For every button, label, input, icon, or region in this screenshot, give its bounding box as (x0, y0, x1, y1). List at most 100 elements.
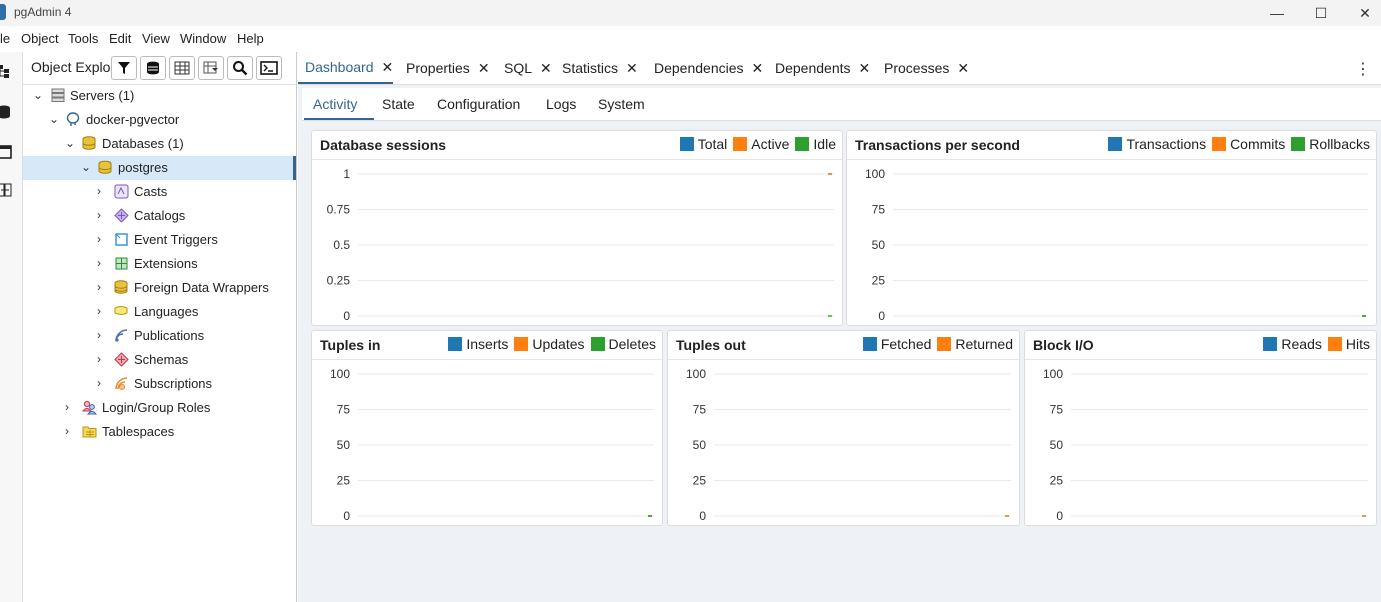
subtab-system[interactable]: System (598, 96, 645, 112)
close-tab-icon[interactable]: ✕ (752, 60, 764, 77)
close-tab-icon[interactable]: ✕ (957, 60, 969, 77)
y-tick-label: 50 (693, 438, 707, 452)
close-tab-icon[interactable]: ✕ (478, 60, 490, 77)
tree-item-servers[interactable]: ⌄ Servers (1) (23, 84, 296, 108)
chevron-right-icon[interactable]: › (97, 304, 109, 318)
chevron-right-icon[interactable]: › (97, 280, 109, 294)
subtab-configuration[interactable]: Configuration (437, 96, 520, 112)
transactions-per-second-chart: 0 25 50 75 100 (865, 167, 1368, 323)
minimize-button[interactable]: — (1254, 0, 1300, 26)
tab-processes[interactable]: Processes ✕ (884, 52, 969, 84)
chevron-right-icon[interactable]: › (97, 256, 109, 270)
legend-swatch (1108, 137, 1123, 151)
menu-tools[interactable]: Tools (68, 31, 98, 46)
menu-help[interactable]: Help (237, 31, 264, 46)
subtab-state[interactable]: State (382, 96, 415, 112)
filtered-rows-icon (203, 61, 218, 74)
subtab-activity[interactable]: Activity (313, 96, 357, 112)
tree-item-casts[interactable]: › Casts (23, 180, 296, 204)
tree-item-label: Catalogs (134, 208, 186, 223)
tree-item-login-group-roles[interactable]: › Login/Group Roles (23, 396, 296, 420)
legend-swatch (679, 137, 694, 151)
maximize-button[interactable]: ☐ (1298, 0, 1344, 26)
schemas-icon (114, 352, 129, 367)
tab-dashboard[interactable]: Dashboard ✕ (298, 52, 394, 84)
psql-tool-button[interactable] (256, 56, 282, 80)
publications-icon (115, 329, 128, 342)
panel-header: Database sessions Total Active Idle (312, 131, 842, 160)
servers-icon (51, 88, 65, 102)
chevron-right-icon[interactable]: › (97, 184, 109, 198)
tree-item-tablespaces[interactable]: › Tablespaces (23, 420, 296, 444)
tree-item-publications[interactable]: › Publications (23, 324, 296, 348)
tree-item-label: Subscriptions (134, 376, 213, 391)
schema-diff-icon[interactable] (0, 183, 12, 197)
tree-item-databases[interactable]: ⌄ Databases (1) (23, 132, 296, 156)
y-tick-label: 75 (872, 203, 886, 217)
tree-item-label: postgres (118, 160, 168, 175)
tree-item-subscriptions[interactable]: › Subscriptions (23, 372, 296, 396)
tree-item-schemas[interactable]: › Schemas (23, 348, 296, 372)
y-tick-label: 25 (337, 474, 351, 488)
chevron-right-icon[interactable]: › (97, 232, 109, 246)
search-objects-button[interactable] (227, 56, 253, 80)
chevron-right-icon[interactable]: › (65, 400, 77, 414)
tuples-out-chart: 0 25 50 75 100 (686, 367, 1011, 523)
tree-item-postgres[interactable]: ⌄ postgres (23, 156, 296, 180)
tree-item-docker-pgvector[interactable]: ⌄ docker-pgvector (23, 108, 296, 132)
menu-view[interactable]: View (142, 31, 170, 46)
y-tick-label: 0 (878, 309, 885, 323)
menu-window[interactable]: Window (180, 31, 226, 46)
chevron-right-icon[interactable]: › (97, 352, 109, 366)
legend-swatch (514, 337, 529, 351)
chart-legend: Reads Hits (1257, 336, 1370, 352)
close-tab-icon[interactable]: ✕ (540, 60, 552, 77)
query-tool-rail-icon[interactable] (0, 105, 12, 119)
chevron-down-icon[interactable]: ⌄ (81, 160, 93, 174)
menu-object[interactable]: Object (21, 31, 59, 46)
object-explorer-icon[interactable] (0, 64, 12, 78)
filtered-rows-button[interactable] (198, 56, 224, 80)
tab-label: SQL (504, 60, 533, 76)
y-tick-label: 75 (693, 403, 707, 417)
chevron-down-icon[interactable]: ⌄ (65, 136, 77, 150)
query-tool-button[interactable] (140, 56, 166, 80)
tab-dependencies[interactable]: Dependencies ✕ (654, 52, 763, 84)
chevron-down-icon[interactable]: ⌄ (49, 112, 61, 126)
tab-bar: Dashboard ✕ Properties ✕ SQL ✕ Statistics ✕ … (298, 52, 1381, 85)
chevron-right-icon[interactable]: › (97, 328, 109, 342)
y-tick-label: 50 (872, 238, 886, 252)
chevron-right-icon[interactable]: › (97, 208, 109, 222)
tree-item-label: Event Triggers (134, 232, 218, 247)
subtab-logs[interactable]: Logs (546, 96, 576, 112)
psql-rail-icon[interactable] (0, 145, 12, 159)
tree-item-languages[interactable]: › Languages (23, 300, 296, 324)
tree-item-event-triggers[interactable]: › Event Triggers (23, 228, 296, 252)
view-data-button[interactable] (169, 56, 195, 80)
close-tab-icon[interactable]: ✕ (382, 59, 394, 76)
databases-icon (82, 136, 96, 150)
filter-button[interactable] (111, 56, 137, 80)
menu-edit[interactable]: Edit (109, 31, 131, 46)
tree-item-label: Tablespaces (102, 424, 175, 439)
tree-item-label: Login/Group Roles (102, 400, 211, 415)
tree-item-extensions[interactable]: › Extensions (23, 252, 296, 276)
tree-item-catalogs[interactable]: › Catalogs (23, 204, 296, 228)
tab-statistics[interactable]: Statistics ✕ (562, 52, 638, 84)
legend-swatch (733, 137, 748, 151)
close-window-button[interactable]: ✕ (1342, 0, 1381, 26)
chevron-right-icon[interactable]: › (97, 376, 109, 390)
close-tab-icon[interactable]: ✕ (626, 60, 638, 77)
tab-sql[interactable]: SQL ✕ (504, 52, 552, 84)
chevron-right-icon[interactable]: › (65, 424, 77, 438)
tree-item-foreign-data-wrappers[interactable]: › Foreign Data Wrappers (23, 276, 296, 300)
panel-block-io: Block I/O Reads Hits 0 25 50 75 100 (1024, 330, 1377, 526)
tab-properties[interactable]: Properties ✕ (406, 52, 490, 84)
more-options-icon[interactable]: ⋮ (1355, 59, 1371, 79)
tab-dependents[interactable]: Dependents ✕ (775, 52, 870, 84)
chevron-down-icon[interactable]: ⌄ (33, 88, 45, 102)
elephant-icon (66, 112, 80, 126)
menu-file[interactable]: le (0, 31, 10, 46)
tab-label: Processes (884, 60, 950, 76)
close-tab-icon[interactable]: ✕ (859, 60, 871, 77)
